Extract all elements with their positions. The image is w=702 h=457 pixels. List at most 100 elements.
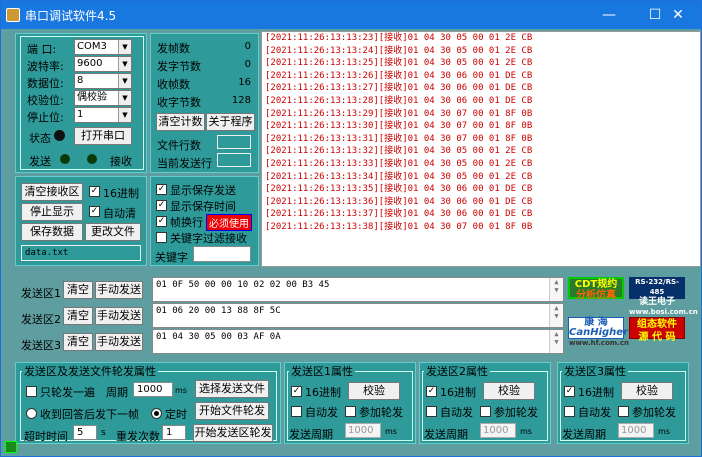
parity-value: 偶校验: [77, 92, 107, 103]
log-line: [2021:11:26:13:13:31][接收]01 04 30 07 00 …: [265, 133, 533, 144]
wait-reply-radio[interactable]: [26, 408, 37, 419]
send-area-hex-checkbox[interactable]: ✓: [291, 386, 302, 397]
send-area-manual-send-button[interactable]: 手动发送: [95, 307, 143, 325]
send-area-clear-button[interactable]: 清空: [63, 333, 93, 351]
log-line: [2021:11:26:13:13:27][接收]01 04 30 06 00 …: [265, 83, 533, 94]
ad-source-code[interactable]: 组态软件源 代 码: [629, 317, 685, 343]
clear-count-button[interactable]: 清空计数: [156, 113, 205, 131]
scrollbar[interactable]: ▲ ▼: [549, 278, 563, 301]
send-area-period-input[interactable]: 1000: [618, 423, 654, 438]
ad-canhigher[interactable]: 康 海 CanHigher www.hf.com.cn: [568, 317, 629, 347]
ad-source-line1: 组态软件: [637, 319, 677, 330]
scrollbar[interactable]: ▲ ▼: [549, 304, 563, 327]
period-label: 周期: [106, 386, 128, 399]
send-area-manual-send-button[interactable]: 手动发送: [95, 333, 143, 351]
radio-dot-icon: [154, 411, 159, 416]
stopbits-select[interactable]: 1 ▼: [74, 107, 132, 123]
frame-newline-checkbox[interactable]: ✓: [156, 216, 167, 227]
show-save-time-checkbox[interactable]: ✓: [156, 200, 167, 211]
period-input[interactable]: 1000: [133, 382, 173, 397]
resend-input[interactable]: 1: [162, 425, 186, 440]
status-led-icon: [54, 130, 65, 141]
start-file-rotation-button[interactable]: 开始文件轮发: [195, 402, 269, 420]
stopbits-label: 停止位:: [27, 111, 64, 124]
send-area-join-checkbox[interactable]: [480, 406, 491, 417]
send-area-auto-checkbox[interactable]: [291, 406, 302, 417]
keyword-filter-label: 关键字过滤接收: [170, 232, 247, 245]
send-area-data: 01 0F 50 00 00 10 02 02 00 B3 45: [156, 280, 330, 290]
send-area-clear-button[interactable]: 清空: [63, 307, 93, 325]
send-area-manual-send-button[interactable]: 手动发送: [95, 281, 143, 299]
clear-recv-button[interactable]: 清空接收区: [21, 183, 83, 201]
timed-radio[interactable]: [151, 408, 162, 419]
baud-select[interactable]: 9600 ▼: [74, 56, 132, 72]
send-area-verify-button[interactable]: 校验: [348, 382, 400, 400]
send-area-auto-label: 自动发: [578, 406, 611, 419]
send-area-clear-button[interactable]: 清空: [63, 281, 93, 299]
start-area-rotation-button[interactable]: 开始发送区轮发: [193, 424, 273, 442]
timeout-unit: s: [101, 428, 106, 438]
send-area-hex-checkbox[interactable]: ✓: [426, 386, 437, 397]
log-line: [2021:11:26:13:13:26][接收]01 04 30 06 00 …: [265, 70, 533, 81]
baud-value: 9600: [77, 58, 103, 69]
send-area-input[interactable]: 01 06 20 00 13 88 8F 5C ▲ ▼: [152, 303, 564, 328]
send-area-period-input[interactable]: 1000: [345, 423, 381, 438]
send-area-verify-button[interactable]: 校验: [621, 382, 673, 400]
send-area-verify-button[interactable]: 校验: [483, 382, 535, 400]
send-area-join-checkbox[interactable]: [618, 406, 629, 417]
auto-clear-checkbox[interactable]: ✓: [89, 206, 100, 217]
ad-bosi[interactable]: RS-232/RS-485 读王电子 www.bosi.com.cn: [629, 277, 698, 316]
port-select[interactable]: COM3 ▼: [74, 39, 132, 55]
scrollbar[interactable]: ▲ ▼: [549, 330, 563, 353]
show-save-send-checkbox[interactable]: ✓: [156, 184, 167, 195]
must-use-tag: 必须使用: [206, 214, 252, 231]
chevron-down-icon: ▼: [118, 40, 131, 54]
send-area-auto-checkbox[interactable]: [564, 406, 575, 417]
keyword-filter-checkbox[interactable]: [156, 232, 167, 243]
databits-label: 数据位:: [27, 77, 64, 90]
receive-log[interactable]: [2021:11:26:13:13:23][接收]01 04 30 05 00 …: [261, 31, 701, 267]
file-lines-label: 文件行数: [157, 139, 201, 152]
port-label: 端 口:: [27, 43, 57, 56]
ad-bosi-line3: www.bosi.com.cn: [629, 308, 698, 316]
save-data-button[interactable]: 保存数据: [21, 223, 83, 241]
open-port-button[interactable]: 打开串口: [74, 127, 132, 145]
recv-hex-label: 16进制: [103, 187, 139, 200]
parity-select[interactable]: 偶校验 ▼: [74, 90, 132, 106]
log-line: [2021:11:26:13:13:25][接收]01 04 30 05 00 …: [265, 58, 533, 69]
ad-cdt[interactable]: CDT规约 分析仿真: [568, 277, 624, 301]
databits-select[interactable]: 8 ▼: [74, 73, 132, 89]
send-area-period-input[interactable]: 1000: [480, 423, 516, 438]
send-area-join-label: 参加轮发: [359, 406, 403, 419]
port-settings-panel: 端 口: COM3 ▼ 波特率: 9600 ▼ 数据位: 8 ▼ 校验位: 偶校验 ▼ …: [15, 33, 147, 173]
send-area-hex-checkbox[interactable]: ✓: [564, 386, 575, 397]
send-area-input[interactable]: 01 0F 50 00 00 10 02 02 00 B3 45 ▲ ▼: [152, 277, 564, 302]
send-area-join-label: 参加轮发: [632, 406, 676, 419]
recv-hex-checkbox[interactable]: ✓: [89, 186, 100, 197]
minimize-icon[interactable]: —: [586, 1, 632, 29]
only-once-label: 只轮发一遍: [40, 386, 95, 399]
send-area-period-unit: ms: [385, 427, 397, 436]
send-area-input[interactable]: 01 04 30 05 00 03 AF 0A ▲ ▼: [152, 329, 564, 354]
send-indicator-label: 发送: [29, 155, 51, 168]
send-area-auto-label: 自动发: [305, 406, 338, 419]
send-area-label: 发送区1: [21, 287, 61, 300]
send-area-period-unit: ms: [520, 427, 532, 436]
ad-canhigher-line3: www.hf.com.cn: [569, 339, 629, 347]
send-area-props-panel: 发送区2属性 ✓ 16进制 校验 自动发 参加轮发 发送周期 1000 ms: [419, 362, 551, 444]
log-line: [2021:11:26:13:13:36][接收]01 04 30 06 00 …: [265, 196, 533, 207]
send-area-auto-checkbox[interactable]: [426, 406, 437, 417]
ad-bosi-line1: RS-232/RS-485: [635, 278, 679, 296]
send-area-join-checkbox[interactable]: [345, 406, 356, 417]
about-button[interactable]: 关于程序: [206, 113, 255, 131]
select-send-file-button[interactable]: 选择发送文件: [195, 380, 269, 398]
only-once-checkbox[interactable]: [26, 386, 37, 397]
wait-reply-label: 收到回答后发下一帧: [40, 408, 139, 421]
close-icon[interactable]: ✕: [655, 1, 701, 29]
change-file-button[interactable]: 更改文件: [85, 223, 141, 241]
send-area-period-unit: ms: [658, 427, 670, 436]
stop-display-button[interactable]: 停止显示: [21, 203, 83, 221]
chevron-down-icon: ▼: [118, 91, 131, 105]
timeout-input[interactable]: 5: [73, 425, 97, 440]
keyword-input[interactable]: [193, 246, 251, 262]
